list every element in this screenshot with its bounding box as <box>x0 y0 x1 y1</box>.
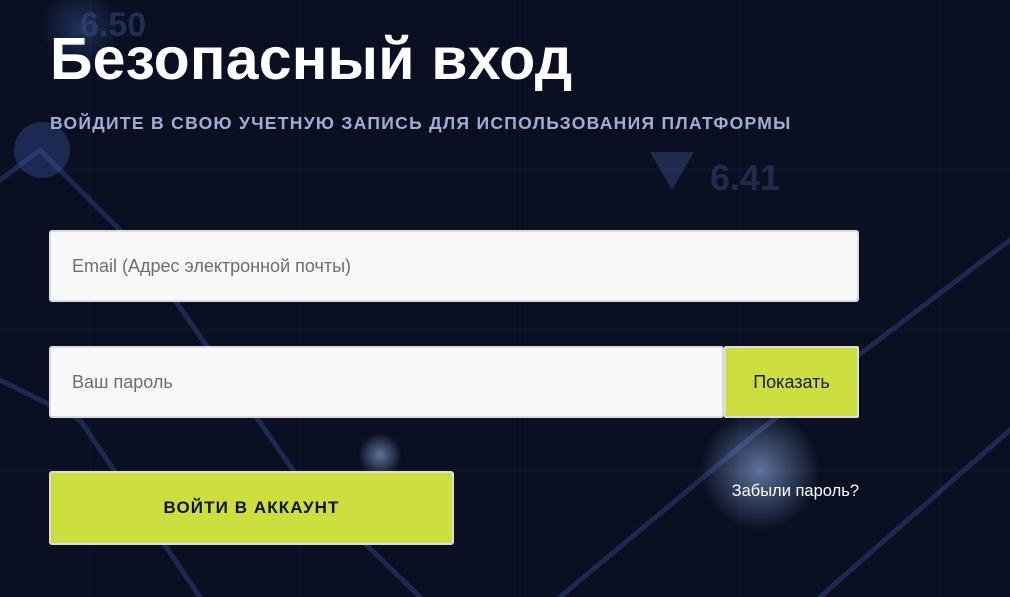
background-ticker-mid: 6.41 <box>710 157 780 198</box>
forgot-password-link[interactable]: Забыли пароль? <box>732 481 859 501</box>
page-subtitle: ВОЙДИТЕ В СВОЮ УЧЕТНУЮ ЗАПИСЬ ДЛЯ ИСПОЛЬ… <box>50 113 792 133</box>
password-input[interactable] <box>49 346 724 418</box>
login-button[interactable]: ВОЙТИ В АККАУНТ <box>49 471 454 545</box>
show-password-button[interactable]: Показать <box>724 346 859 418</box>
email-input[interactable] <box>49 230 859 302</box>
page-title: Безопасный вход <box>50 26 573 92</box>
